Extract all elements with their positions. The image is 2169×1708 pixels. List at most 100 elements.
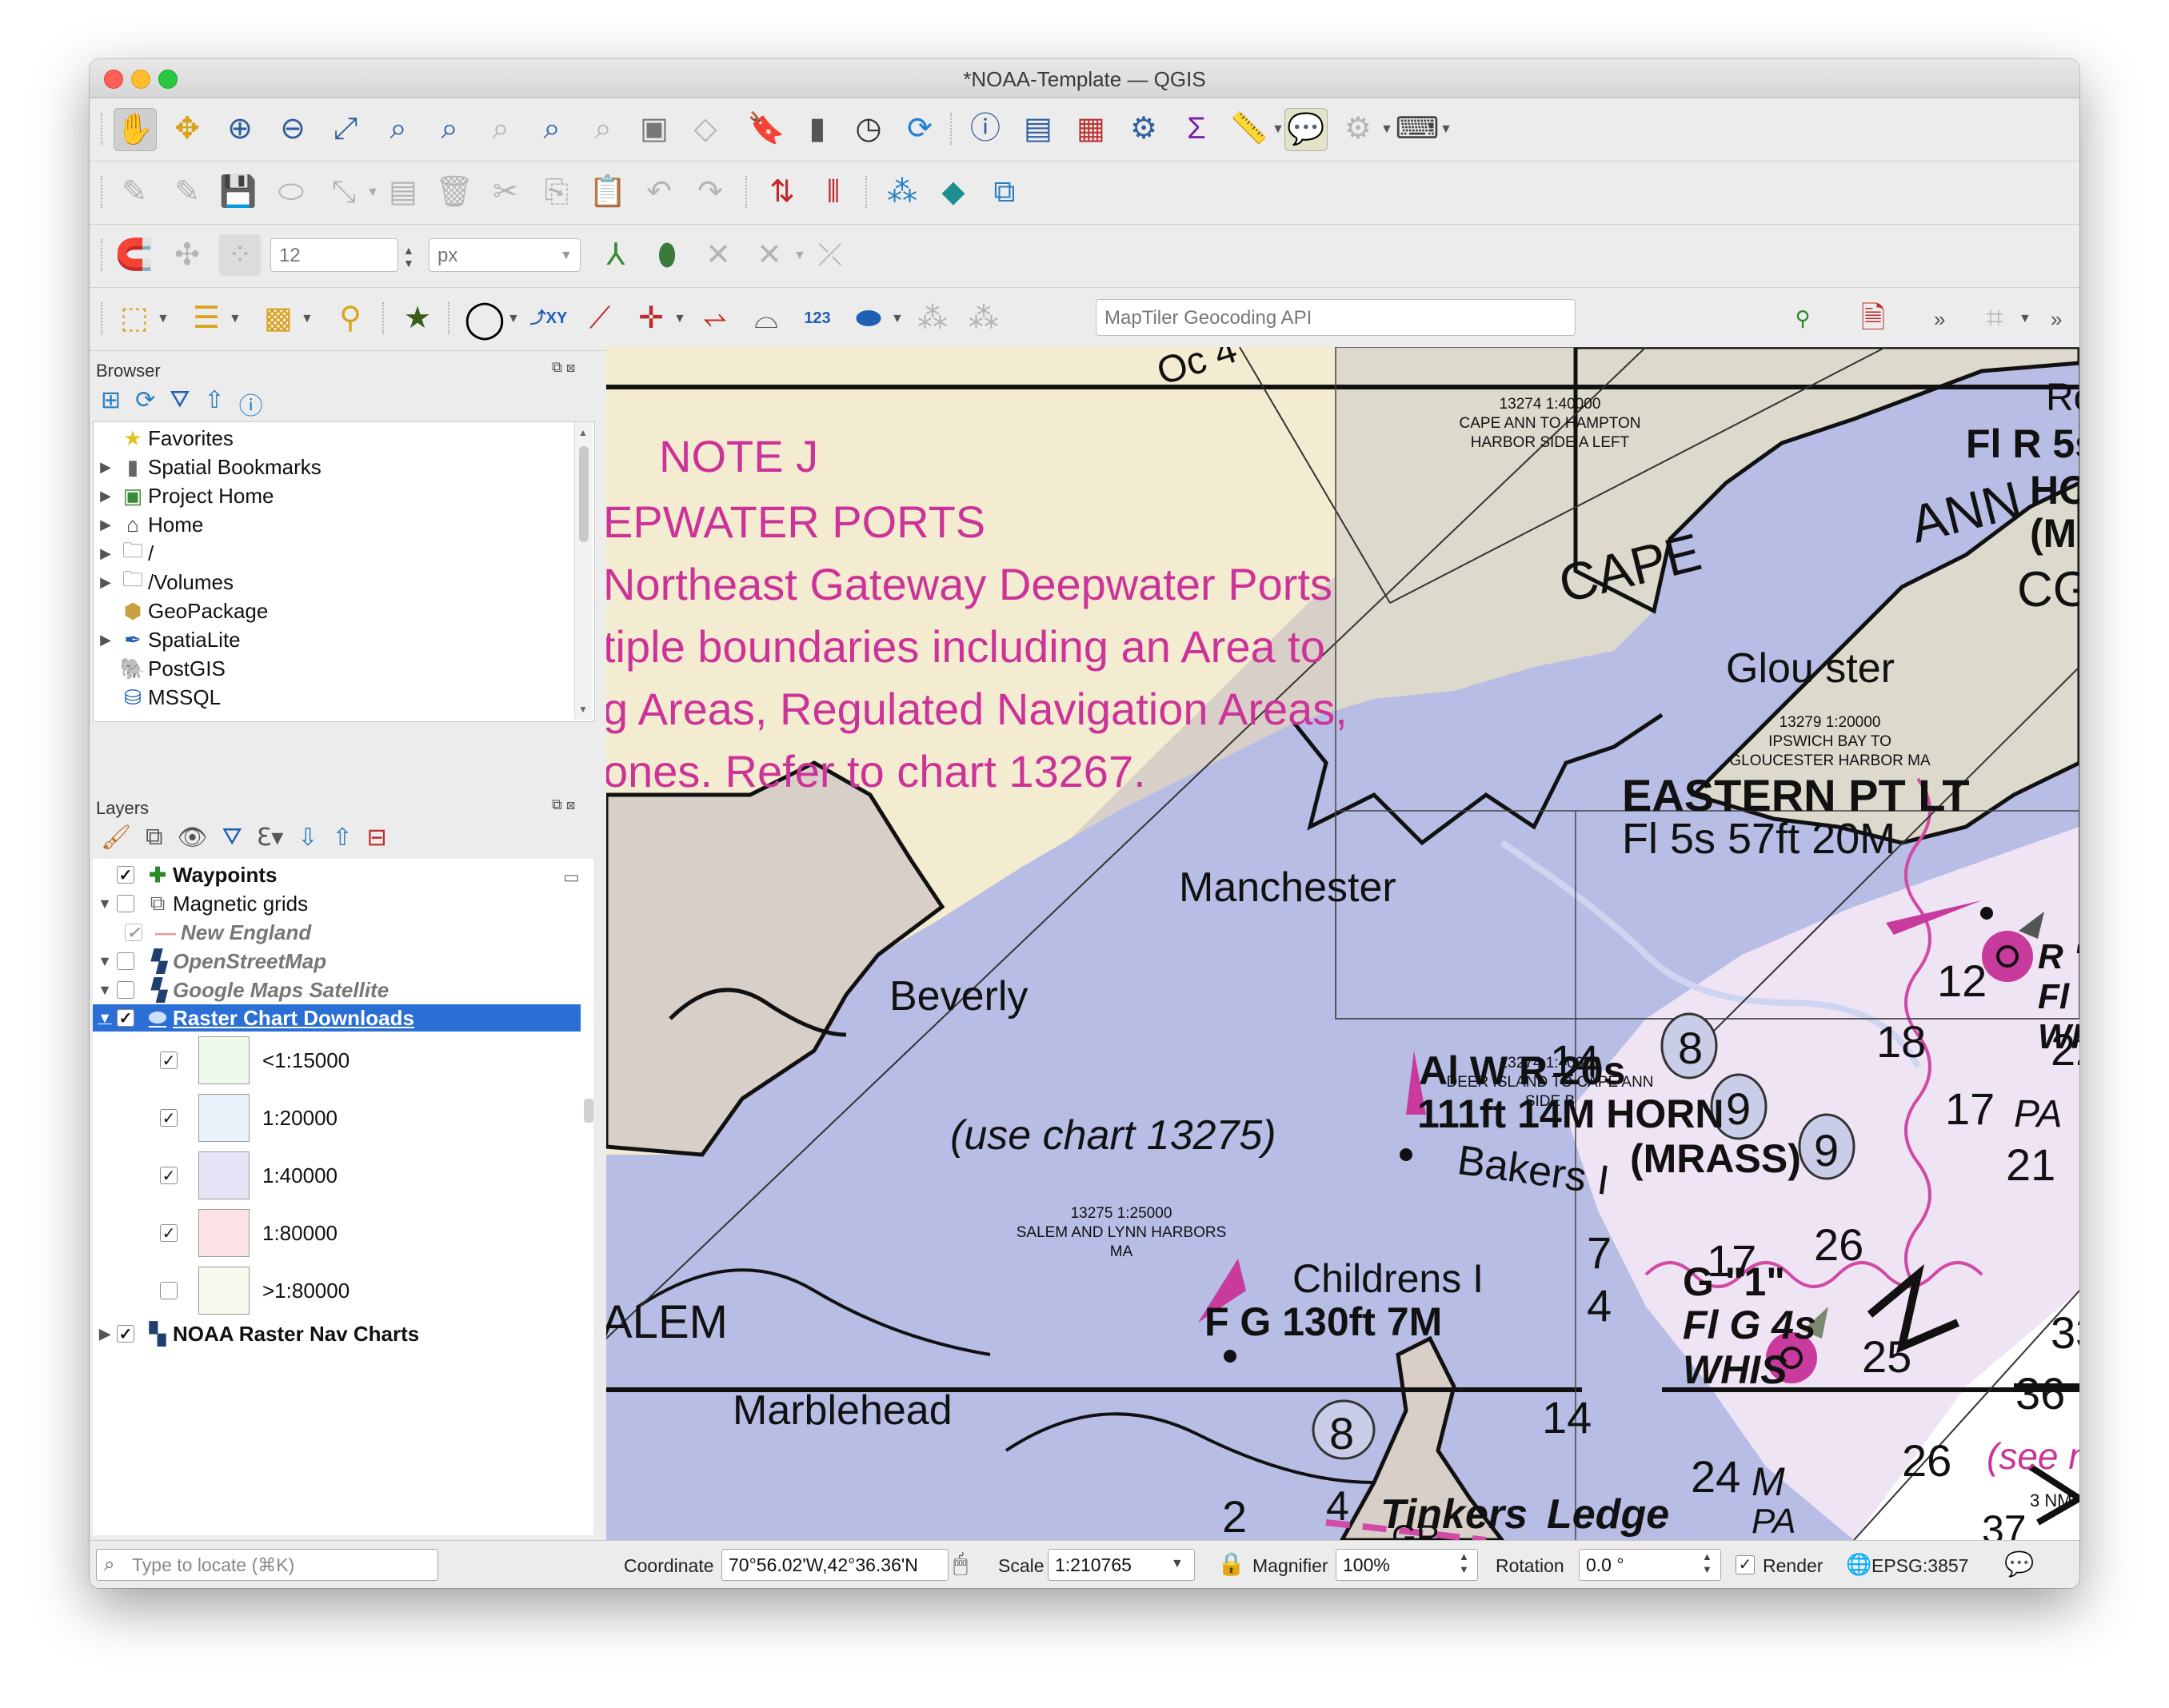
gpx-import-icon[interactable]: ⚲ [1782,297,1823,339]
browser-item-favorites[interactable]: ★ Favorites [94,424,234,453]
visibility-eye-icon[interactable]: 👁 [178,824,208,852]
select-by-location-icon[interactable]: ⚲ [330,297,371,339]
style-icon[interactable]: ⬬ [848,297,889,339]
render-checkbox[interactable]: ✓ [1736,1555,1755,1574]
layer-raster-chart-downloads-selected[interactable]: ▼ ✓ ⬬ Raster Chart Downloads [93,1004,581,1032]
attribute-table-icon[interactable]: ▤ [1017,108,1059,150]
panel-float-close-icons[interactable]: ⧉ ⊠ [552,359,575,376]
legend-item-20000[interactable]: ✓ [160,1103,186,1132]
map-canvas[interactable]: NOTE J EPWATER PORTS Northeast Gateway D… [606,347,2079,1540]
layer-visibility-checkbox[interactable]: ✓ [117,1009,134,1028]
browser-item-spatialite[interactable]: ▶ ✒ SpatiaLite [94,625,241,654]
coordinate-field[interactable]: 70°56.02'W,42°36.36'N [721,1549,949,1581]
xy-tool-icon[interactable]: ⤴XY [528,297,569,339]
snap-vertex-icon[interactable]: ✣ [166,234,208,276]
legend-checkbox[interactable]: ✓ [160,1167,178,1185]
layer-visibility-checkbox[interactable] [117,981,134,999]
browser-item-postgis[interactable]: 🐘 PostGIS [94,654,226,683]
layer-new-england[interactable]: ✓ — New England [125,918,311,947]
annotation-icon[interactable]: ⌨ [1396,108,1440,150]
legend-item-40000[interactable]: ✓ [160,1161,186,1190]
toggle-extents-icon[interactable]: 🖱 [953,1550,968,1578]
panel-float-close-icons[interactable]: ⧉ ⊠ [552,796,575,813]
processing-toolbox-icon[interactable]: ⚙ [1123,108,1164,150]
filter-expression-icon[interactable]: ℇ▾ [257,824,284,852]
line-digitize-icon[interactable]: ⟋ [579,297,621,339]
vertex-tool-icon[interactable]: ⤡ [323,171,365,213]
collapse-all-icon[interactable]: ⇧ [204,386,224,421]
current-edits-icon[interactable]: ✎ [114,171,155,213]
expand-all-icon[interactable]: ⇩ [298,824,318,852]
remove-layer-icon[interactable]: ⊟ [367,824,387,852]
add-feature-icon[interactable]: ⬭ [270,171,312,213]
browser-item-volumes[interactable]: ▶ 🗀/Volumes [94,567,234,597]
measure-bearing-icon[interactable]: ⥋ [694,297,736,339]
measure-icon[interactable]: 📏 [1228,108,1270,150]
layout-tool-icon[interactable]: ⌗ [1974,297,2015,339]
measure-dropdown-caret-icon[interactable]: ▼ [1272,122,1284,137]
properties-info-icon[interactable]: ⓘ [239,386,263,421]
scale-dropdown-caret-icon[interactable]: ▼ [1171,1557,1184,1571]
browser-item-home[interactable]: ▶ ⌂ Home [94,510,203,539]
expand-arrow-icon[interactable]: ▶ [94,545,118,562]
scroll-up-icon[interactable]: ▲ [578,427,588,438]
north-arrow-icon[interactable]: ⇅ [761,171,803,213]
layer-magnetic-grids[interactable]: ▼ ⧉ Magnetic grids [93,889,308,918]
style-manager-brush-icon[interactable]: 🖌 [101,824,131,852]
collapse-arrow-icon[interactable]: ▼ [93,1010,117,1027]
legend-item-under-15000[interactable]: ✓ [160,1046,186,1075]
add-selected-layers-icon[interactable]: ⊞ [101,386,121,421]
deselect-caret-icon[interactable]: ▼ [301,312,314,326]
snap-unit-select[interactable]: px [429,238,581,272]
select-features-icon[interactable]: ⬚ [114,297,155,339]
filter-indicator-icon[interactable]: ▭ [563,867,580,888]
actions-dropdown-caret-icon[interactable]: ▼ [1380,122,1393,137]
identify-features-icon[interactable]: ⓘ [965,108,1006,150]
redo-icon[interactable]: ↷ [689,171,731,213]
layout-caret-icon[interactable]: ▼ [2019,312,2031,326]
browser-item-project-home[interactable]: ▶ ▣ Project Home [94,481,274,510]
crs-label[interactable]: EPSG:3857 [1871,1555,1968,1577]
new-bookmark-icon[interactable]: 🔖 [745,108,787,150]
undo-icon[interactable]: ↶ [638,171,680,213]
layer-google-maps-satellite[interactable]: ▼ ▚ Google Maps Satellite [93,976,389,1004]
filter-legend-icon[interactable]: ⛛ [222,824,242,852]
gps-navigate-icon[interactable]: ◆ [933,171,974,213]
toggle-editing-icon[interactable]: ✎ [166,171,208,213]
legend-checkbox[interactable]: ✓ [160,1224,178,1243]
toolbar-grip[interactable] [101,239,107,271]
deselect-icon[interactable]: ▩ [258,297,299,339]
filter-browser-icon[interactable]: ⛛ [170,386,190,421]
cut-features-icon[interactable]: ✂ [485,171,526,213]
legend-item-over-80000[interactable] [160,1276,186,1305]
delete-selected-icon[interactable]: 🗑 [433,171,475,213]
expand-arrow-icon[interactable]: ▶ [94,459,118,476]
ruler-icon[interactable]: ⌓ [745,297,787,339]
trace-icon[interactable]: ⤫ [809,234,851,276]
paste-features-icon[interactable]: 📋 [587,171,629,213]
magnet-snapping-icon[interactable]: 🧲 [114,234,155,276]
expand-arrow-icon[interactable]: ▶ [94,632,118,648]
circle-tool-caret-icon[interactable]: ▼ [507,312,520,326]
new-3d-view-icon[interactable]: ◇ [685,108,726,150]
self-snapping-icon[interactable]: ✕ [749,234,790,276]
pan-to-selection-icon[interactable]: ✥ [166,108,208,150]
globe-crs-icon[interactable]: 🌐 [1846,1552,1871,1577]
snap-tolerance-field[interactable]: 12 [270,238,398,272]
snap-intersection-icon[interactable]: ⬮ [646,234,688,276]
layer-visibility-checkbox[interactable] [117,952,134,970]
zoom-to-layer-icon[interactable]: ⌕ [429,108,470,150]
layer-noaa-raster-nav-charts[interactable]: ▶ ✓ ▚ NOAA Raster Nav Charts [93,1319,419,1348]
zoom-last-icon[interactable]: ⌕ [531,108,573,150]
toolbar-grip[interactable] [101,113,107,145]
circle-tool-icon[interactable]: ◯ [464,297,505,339]
scale-bar-icon[interactable]: ⦀ [813,171,854,213]
geocoding-search-input[interactable]: MapTiler Geocoding API [1096,299,1576,336]
field-calculator-icon[interactable]: ▦ [1070,108,1112,150]
toolbar-grip[interactable] [865,176,872,208]
messages-icon[interactable]: 💬 [2004,1550,2034,1578]
gps-points-icon[interactable]: ⁂ [881,171,923,213]
toolbar-grip[interactable] [950,113,957,145]
self-snap-dropdown-caret-icon[interactable]: ▼ [793,249,806,263]
browser-item-spatial-bookmarks[interactable]: ▶ ▮ Spatial Bookmarks [94,453,322,481]
